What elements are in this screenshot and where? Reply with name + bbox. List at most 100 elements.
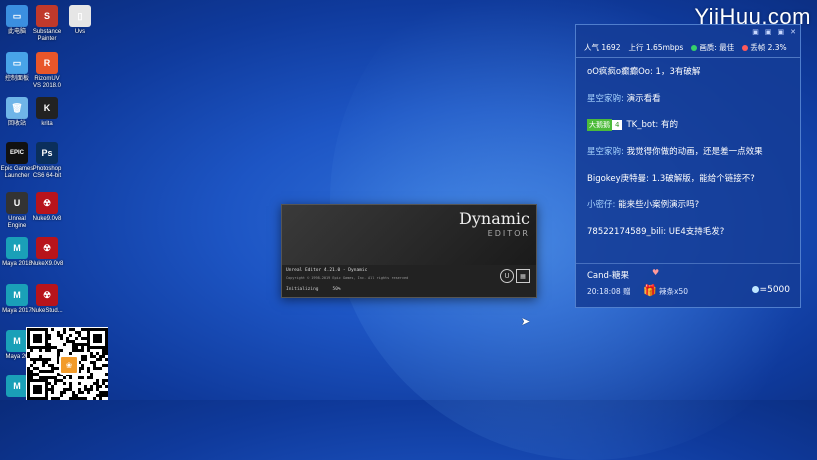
qr-module bbox=[30, 376, 33, 379]
qr-module bbox=[54, 376, 57, 379]
app-icon: M bbox=[6, 330, 28, 352]
qr-module bbox=[87, 388, 90, 391]
qr-module bbox=[42, 370, 45, 373]
qr-module bbox=[99, 391, 102, 394]
qr-module bbox=[87, 391, 90, 394]
desktop-icon[interactable]: U Unreal Engine bbox=[0, 192, 34, 230]
qr-module bbox=[69, 328, 72, 331]
qr-module bbox=[75, 343, 78, 346]
chat-control-icon[interactable]: ▣ bbox=[752, 28, 759, 36]
gift-notification: Cand-糖果 ♥ 20:18:08 赠 🎁 辣条x50 =5000 bbox=[576, 263, 800, 307]
qr-module bbox=[102, 349, 105, 352]
qr-module bbox=[54, 379, 57, 382]
popularity-count: 人气 1692 bbox=[584, 43, 621, 52]
desktop-icon[interactable]: ☢ NukeX9.0v8 bbox=[30, 237, 64, 268]
qr-module bbox=[51, 385, 54, 388]
qr-module bbox=[48, 376, 51, 379]
qr-module bbox=[90, 361, 93, 364]
qr-module bbox=[36, 358, 39, 361]
app-icon: 🗑 bbox=[6, 97, 28, 119]
desktop-icon-label: Unreal Engine bbox=[7, 216, 27, 229]
qr-module bbox=[96, 382, 99, 385]
qr-module bbox=[39, 349, 42, 352]
desktop-icon-label: krita bbox=[41, 121, 53, 127]
qr-module bbox=[105, 358, 108, 361]
qr-module bbox=[27, 352, 30, 355]
chat-message-text: 我觉得你做的动画，还是差一点效果 bbox=[626, 147, 763, 157]
qr-module bbox=[30, 349, 33, 352]
qr-module bbox=[81, 343, 84, 346]
qr-module bbox=[105, 379, 108, 382]
app-icon: EPIC bbox=[6, 142, 28, 164]
desktop-icon[interactable]: Kkrita bbox=[30, 97, 64, 128]
splash-subtitle: EDITOR bbox=[487, 229, 530, 238]
chat-control-icon[interactable]: ▣ bbox=[778, 28, 785, 36]
close-icon[interactable]: ✕ bbox=[790, 28, 796, 36]
chat-message-text: 78522174589_bili: UE4支持毛发? bbox=[587, 227, 725, 237]
qr-module bbox=[30, 370, 33, 373]
qr-module bbox=[63, 388, 66, 391]
desktop-icon[interactable]: Ps Photoshop CS6 64-bit bbox=[30, 142, 64, 180]
desktop-icon[interactable]: ☢ NukeStud... bbox=[30, 284, 64, 315]
qr-module bbox=[42, 361, 45, 364]
qr-module bbox=[48, 364, 51, 367]
qr-module bbox=[36, 373, 39, 376]
qr-module bbox=[96, 358, 99, 361]
qr-module bbox=[51, 367, 54, 370]
qr-module bbox=[78, 391, 81, 394]
qr-module bbox=[39, 376, 42, 379]
qr-module bbox=[90, 373, 93, 376]
app-icon: ☢ bbox=[36, 192, 58, 214]
drop-indicator: 丢帧 2.3% bbox=[742, 42, 787, 53]
gift-item: 辣条x50 bbox=[659, 287, 688, 296]
qr-module bbox=[72, 349, 75, 352]
live-chat-panel[interactable]: ▣ ▣ ▣ ✕ 人气 1692 上行 1.65mbps 画质: 最佳 丢帧 2.… bbox=[575, 24, 801, 308]
qr-module bbox=[102, 391, 105, 394]
chat-control-icon[interactable]: ▣ bbox=[765, 28, 772, 36]
desktop-icon[interactable]: ☢ Nuke9.0v8 bbox=[30, 192, 64, 223]
qr-module bbox=[84, 355, 87, 358]
qr-module bbox=[48, 358, 51, 361]
qr-module bbox=[63, 382, 66, 385]
qr-module bbox=[63, 328, 66, 331]
app-icon: ☢ bbox=[36, 284, 58, 306]
qr-module bbox=[93, 364, 96, 367]
qr-module bbox=[42, 358, 45, 361]
qr-module bbox=[30, 364, 33, 367]
qr-module bbox=[87, 367, 90, 370]
qr-module bbox=[87, 370, 90, 373]
qr-module bbox=[48, 382, 51, 385]
desktop-icon[interactable]: 🗑 回收站 bbox=[0, 97, 34, 128]
qr-module bbox=[84, 385, 87, 388]
desktop-icon[interactable]: EPIC Epic Games Launcher bbox=[0, 142, 34, 180]
desktop-icon[interactable]: ▯ Uvs bbox=[63, 5, 97, 36]
qr-code: ❀ bbox=[26, 327, 108, 400]
qr-module bbox=[96, 385, 99, 388]
desktop-icon[interactable]: ▭ 此电脑 bbox=[0, 5, 34, 36]
qr-module bbox=[84, 388, 87, 391]
qr-module bbox=[48, 337, 51, 340]
qr-module bbox=[33, 373, 36, 376]
qr-module bbox=[39, 358, 42, 361]
desktop-icon[interactable]: M Maya 2018 bbox=[0, 237, 34, 268]
qr-module bbox=[81, 367, 84, 370]
desktop-icon[interactable]: ▭ 控制面板 bbox=[0, 52, 34, 83]
chat-message-text: oO疯疯o癫癫Oo: 1，3有破解 bbox=[587, 67, 701, 77]
qr-module bbox=[99, 394, 102, 397]
app-icon: K bbox=[36, 97, 58, 119]
qr-module bbox=[69, 382, 72, 385]
chat-message: oO疯疯o癫癫Oo: 1，3有破解 bbox=[587, 65, 700, 77]
chat-message-text: 演示看看 bbox=[626, 94, 661, 104]
quality-indicator: 画质: 最佳 bbox=[691, 42, 734, 53]
qr-module bbox=[78, 331, 81, 334]
desktop-icon[interactable]: R RizomUV VS 2018.0 bbox=[30, 52, 64, 90]
qr-module bbox=[30, 358, 33, 361]
qr-module bbox=[48, 334, 51, 337]
qr-module bbox=[105, 352, 108, 355]
qr-module bbox=[48, 346, 51, 349]
desktop-icon[interactable]: S Substance Painter bbox=[30, 5, 64, 43]
qr-module bbox=[93, 382, 96, 385]
desktop-icon[interactable]: M Maya 2017 bbox=[0, 284, 34, 315]
qr-module bbox=[72, 394, 75, 397]
desktop-icon-label: Maya 2018 bbox=[2, 261, 32, 267]
